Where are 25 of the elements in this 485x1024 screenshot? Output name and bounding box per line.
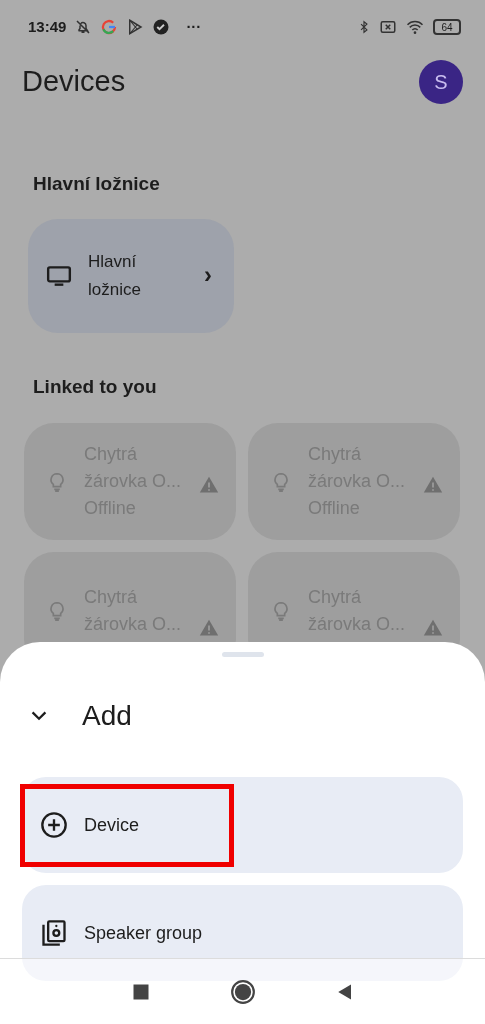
clock: 13:49 bbox=[28, 16, 67, 37]
option-label: Device bbox=[84, 813, 140, 837]
home-icon bbox=[229, 978, 256, 1005]
room-name: Hlavní ložnice bbox=[88, 251, 142, 301]
check-circle-icon bbox=[152, 18, 171, 36]
option-row[interactable]: Device bbox=[22, 777, 463, 873]
more-notifications-text: ··· bbox=[186, 16, 202, 37]
page-title: Devices bbox=[22, 64, 126, 100]
option-label: Speaker group bbox=[84, 921, 203, 945]
section-heading: Hlavní ložnice bbox=[32, 172, 161, 196]
speaker-group-icon bbox=[40, 919, 68, 947]
option-row[interactable]: Speaker group bbox=[22, 885, 463, 981]
wifi-icon bbox=[405, 18, 425, 36]
plus-circle-icon bbox=[40, 811, 68, 839]
play-store-icon bbox=[126, 18, 145, 36]
battery-indicator: 64 bbox=[433, 19, 461, 35]
sheet-title: Add bbox=[82, 699, 132, 733]
room-card[interactable]: Hlavní ložnice › bbox=[28, 218, 234, 333]
chevron-icon: › bbox=[204, 257, 212, 294]
no-sim-icon bbox=[379, 18, 397, 36]
section-heading: Linked to you bbox=[32, 374, 158, 399]
account-avatar[interactable]: S bbox=[419, 60, 463, 104]
drag-handle bbox=[221, 652, 264, 657]
recents-icon bbox=[131, 982, 150, 1001]
g-logo-icon bbox=[100, 18, 119, 36]
